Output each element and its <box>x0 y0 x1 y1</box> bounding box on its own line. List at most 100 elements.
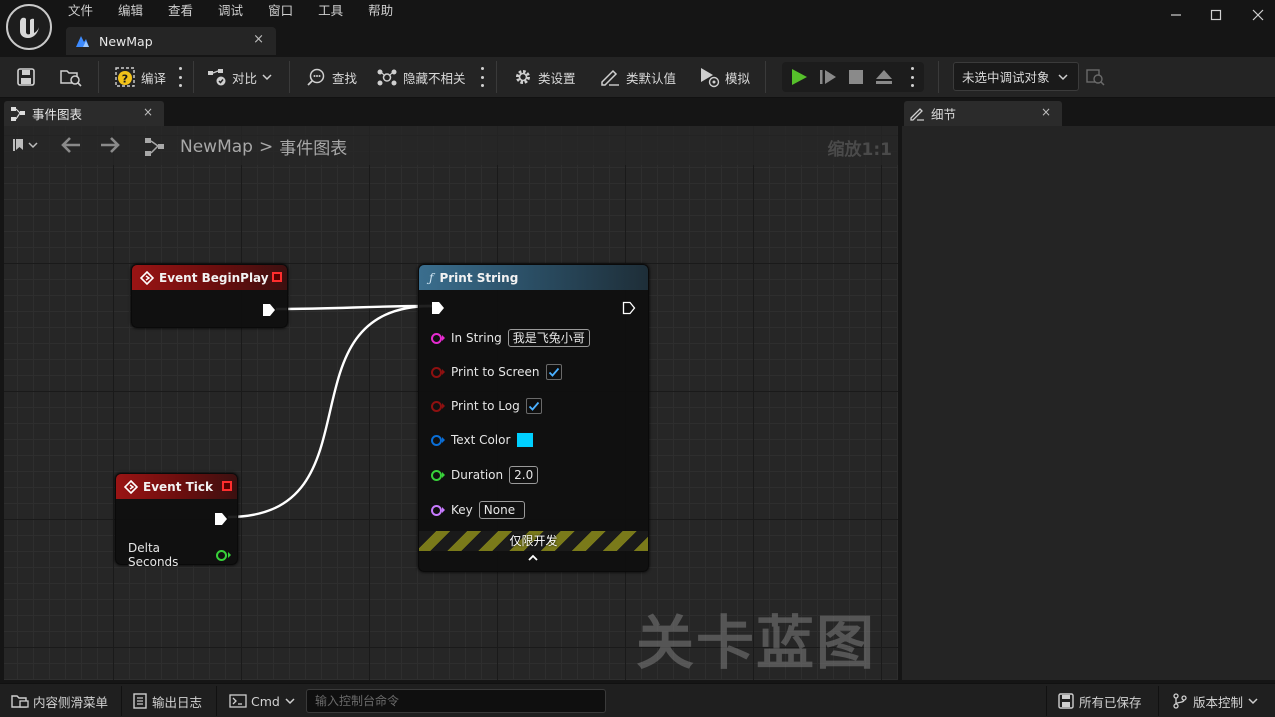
find-icon <box>306 67 326 87</box>
struct-pin-icon[interactable] <box>431 434 442 446</box>
event-graph-canvas[interactable]: NewMap > 事件图表 缩放1:1 Event BeginPlay Even… <box>4 126 898 680</box>
statusbar-separator <box>1158 686 1159 716</box>
diff-button[interactable]: 对比 <box>206 63 272 91</box>
float-pin-icon[interactable] <box>431 469 442 481</box>
close-icon[interactable]: × <box>1041 105 1051 119</box>
close-icon[interactable]: × <box>143 105 153 119</box>
level-blueprint-icon <box>74 33 90 49</box>
print-string-node[interactable]: ƒ Print String In String 我是飞兔小哥 Print to… <box>418 264 649 572</box>
class-settings-button[interactable]: 类设置 <box>513 63 576 91</box>
stop-button[interactable] <box>848 69 864 85</box>
menu-help[interactable]: 帮助 <box>360 0 401 20</box>
simulate-button[interactable]: 模拟 <box>699 63 750 91</box>
print-to-log-row: Print to Log <box>431 398 542 414</box>
compile-warning-icon: ? <box>114 66 136 88</box>
menu-debug[interactable]: 调试 <box>210 0 251 20</box>
exec-out-pin[interactable] <box>622 301 636 315</box>
chevron-down-icon <box>262 73 272 81</box>
step-forward-button[interactable] <box>819 68 837 86</box>
compile-options-icon[interactable] <box>178 67 182 87</box>
close-icon[interactable]: × <box>253 32 264 47</box>
debug-target-label: 未选中调试对象 <box>962 70 1050 85</box>
name-pin-icon[interactable] <box>431 504 442 516</box>
browse-button[interactable] <box>59 63 83 91</box>
toolbar-separator <box>938 61 939 93</box>
development-only-label: 仅限开发 <box>509 534 558 548</box>
delegate-pin[interactable] <box>222 481 232 491</box>
event-diamond-icon <box>140 270 154 285</box>
content-drawer-button[interactable]: 内容侧滑菜单 <box>11 690 108 712</box>
menu-file[interactable]: 文件 <box>60 0 101 20</box>
delegate-pin[interactable] <box>272 272 282 282</box>
key-input[interactable]: None <box>478 501 525 519</box>
bool-pin-icon[interactable] <box>431 400 442 412</box>
toolbar-separator <box>98 61 99 93</box>
output-log-label: 输出日志 <box>152 694 203 710</box>
hide-unrelated-options-icon[interactable] <box>480 67 484 87</box>
branch-icon <box>1172 693 1188 709</box>
event-tick-node[interactable]: Event Tick Delta Seconds <box>115 473 238 569</box>
play-options-icon[interactable] <box>910 67 914 87</box>
source-control-button[interactable]: 版本控制 <box>1172 690 1258 712</box>
stop-icon <box>848 69 864 85</box>
save-button[interactable] <box>16 63 36 91</box>
play-button[interactable] <box>790 68 808 86</box>
exec-out-pin[interactable] <box>262 303 276 317</box>
event-tick-header: Event Tick <box>116 474 237 499</box>
menu-tools[interactable]: 工具 <box>310 0 351 20</box>
in-string-input[interactable]: 我是飞兔小哥 <box>507 329 590 347</box>
event-beginplay-node[interactable]: Event BeginPlay <box>131 264 288 328</box>
document-tab[interactable]: NewMap × <box>66 27 276 55</box>
find-button[interactable]: 查找 <box>306 63 357 91</box>
document-tab-label: NewMap <box>99 33 153 49</box>
output-log-button[interactable]: 输出日志 <box>133 690 202 712</box>
expand-button[interactable] <box>527 553 539 563</box>
delta-seconds-output[interactable]: Delta Seconds <box>128 541 237 569</box>
eject-icon <box>875 68 893 86</box>
class-settings-label: 类设置 <box>538 70 576 86</box>
exec-out-pin[interactable] <box>214 512 228 526</box>
pin-arrow-icon <box>442 507 445 513</box>
in-string-row: In String 我是飞兔小哥 <box>431 329 590 347</box>
debug-find-button[interactable] <box>1086 67 1106 87</box>
hide-unrelated-button[interactable]: 隐藏不相关 <box>376 63 466 91</box>
tab-event-graph-label: 事件图表 <box>32 107 83 122</box>
tab-details[interactable]: 细节 × <box>904 101 1062 126</box>
print-to-screen-checkbox[interactable] <box>545 364 562 380</box>
tab-event-graph[interactable]: 事件图表 × <box>4 101 164 126</box>
content-drawer-icon <box>11 693 29 709</box>
class-defaults-button[interactable]: 类默认值 <box>599 63 676 91</box>
cmd-selector[interactable]: Cmd <box>229 690 295 712</box>
compile-button[interactable]: ? 编译 <box>114 63 166 91</box>
delta-seconds-label: Delta Seconds <box>128 541 179 569</box>
duration-input[interactable]: 2.0 <box>509 466 539 484</box>
pin-arrow-icon <box>228 552 231 558</box>
svg-text:?: ? <box>122 73 128 86</box>
simulate-label: 模拟 <box>725 70 751 86</box>
menu-view[interactable]: 查看 <box>160 0 201 20</box>
maximize-icon[interactable] <box>1206 6 1226 24</box>
float-pin-icon <box>216 549 227 561</box>
hide-unrelated-icon <box>376 67 398 87</box>
string-pin-icon[interactable] <box>431 332 442 344</box>
console-command-input[interactable]: 输入控制台命令 <box>306 689 606 713</box>
unreal-logo-icon[interactable] <box>6 4 52 50</box>
event-tick-title: Event Tick <box>143 479 214 494</box>
all-saved-button[interactable]: 所有已保存 <box>1058 690 1142 712</box>
print-to-log-checkbox[interactable] <box>525 398 542 414</box>
close-window-icon[interactable] <box>1248 6 1268 24</box>
statusbar-separator <box>1046 686 1047 716</box>
bool-pin-icon[interactable] <box>431 366 442 378</box>
toolbar: ? 编译 对比 查找 隐藏不相关 类设置 类默认值 模拟 <box>0 57 1275 98</box>
minimize-icon[interactable] <box>1166 6 1186 24</box>
menu-edit[interactable]: 编辑 <box>110 0 151 20</box>
eject-button[interactable] <box>875 68 893 86</box>
debug-target-select[interactable]: 未选中调试对象 <box>953 62 1079 91</box>
development-only-band: 仅限开发 <box>419 531 648 551</box>
text-color-swatch[interactable] <box>516 432 535 448</box>
toolbar-separator <box>289 61 290 93</box>
menu-window[interactable]: 窗口 <box>260 0 301 20</box>
pencil-icon <box>909 106 925 122</box>
exec-in-pin[interactable] <box>431 301 445 315</box>
text-color-label: Text Color <box>451 433 511 447</box>
